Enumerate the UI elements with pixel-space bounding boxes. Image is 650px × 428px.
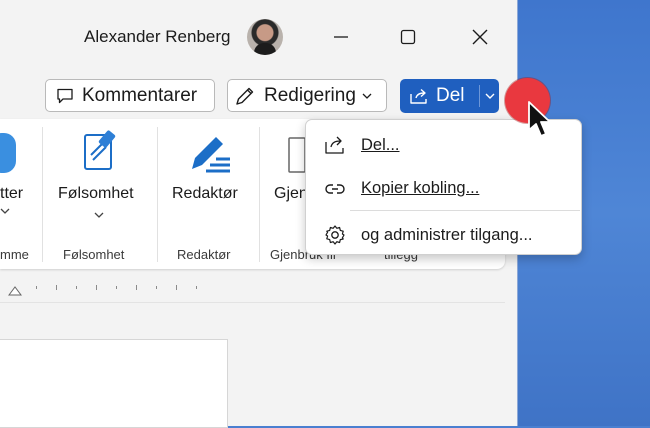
- pencil-icon: [236, 87, 254, 105]
- close-button[interactable]: [465, 22, 495, 52]
- avatar[interactable]: [247, 19, 283, 55]
- ruler-tick: [176, 285, 177, 290]
- comments-button[interactable]: Kommentarer: [45, 79, 215, 112]
- menu-item-manage-access[interactable]: og administrer tilgang...: [306, 215, 583, 253]
- reuse-label: Gjen: [274, 185, 308, 202]
- share-dropdown-button[interactable]: [480, 79, 499, 113]
- minimize-button[interactable]: [326, 22, 356, 52]
- group-label-editor: Redaktør: [177, 247, 231, 262]
- maximize-icon: [400, 29, 416, 45]
- document-page[interactable]: [0, 339, 228, 428]
- horizontal-ruler[interactable]: [0, 272, 505, 303]
- reuse-file-button[interactable]: Gjen: [270, 125, 308, 235]
- group-divider: [42, 127, 43, 262]
- share-label: Del: [436, 85, 465, 106]
- share-icon: [325, 136, 344, 154]
- ruler-tick: [76, 286, 77, 289]
- user-name[interactable]: Alexander Renberg: [84, 27, 230, 47]
- share-main[interactable]: Del: [400, 79, 479, 113]
- partial-button-label[interactable]: tter: [0, 185, 23, 203]
- chevron-down-icon: [362, 93, 372, 99]
- menu-item-label: Del...: [361, 136, 400, 154]
- editor-button[interactable]: Redaktør: [168, 125, 250, 235]
- minimize-icon: [334, 36, 348, 38]
- ruler-tick: [156, 286, 157, 289]
- chevron-down-icon: [94, 212, 104, 218]
- group-divider: [259, 127, 260, 262]
- dictate-icon[interactable]: [0, 131, 20, 179]
- comments-label: Kommentarer: [82, 84, 198, 106]
- close-icon: [472, 29, 488, 45]
- menu-item-label: og administrer tilgang...: [361, 226, 533, 244]
- gear-icon: [325, 225, 345, 245]
- group-label-partial: mme: [0, 247, 29, 262]
- menu-divider: [350, 210, 580, 211]
- sensitivity-label: Følsomhet: [58, 185, 134, 202]
- editor-pen-icon: [192, 137, 230, 173]
- menu-item-label: Kopier kobling...: [361, 179, 480, 197]
- chevron-down-icon: [485, 93, 494, 99]
- indent-marker-icon[interactable]: [8, 284, 22, 296]
- ruler-tick: [116, 286, 117, 289]
- sensitivity-button[interactable]: Følsomhet: [56, 125, 146, 235]
- comment-icon: [57, 88, 73, 103]
- editor-label: Redaktør: [172, 185, 238, 202]
- share-button[interactable]: Del: [400, 79, 499, 113]
- title-bar: Alexander Renberg: [0, 0, 517, 75]
- ruler-tick: [56, 285, 57, 290]
- menu-item-copy-link[interactable]: Kopier kobling...: [306, 168, 583, 206]
- sensitivity-icon: [84, 130, 116, 170]
- link-icon: [325, 184, 345, 194]
- ruler-tick: [136, 285, 137, 290]
- share-icon: [410, 88, 427, 104]
- ruler-tick: [196, 286, 197, 289]
- chevron-down-icon: [0, 208, 10, 214]
- ruler-tick: [96, 285, 97, 290]
- maximize-button[interactable]: [393, 22, 423, 52]
- editing-mode-button[interactable]: Redigering: [227, 79, 387, 112]
- editing-label: Redigering: [264, 84, 356, 106]
- mouse-pointer-icon: [528, 101, 551, 137]
- group-divider: [157, 127, 158, 262]
- group-label-sensitivity: Følsomhet: [63, 247, 125, 262]
- ruler-tick: [36, 286, 37, 289]
